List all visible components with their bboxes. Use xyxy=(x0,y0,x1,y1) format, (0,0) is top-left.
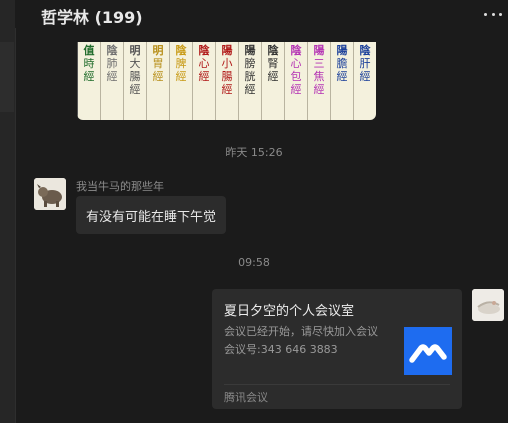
meridian-top-char: 陽 xyxy=(244,44,256,57)
message-bubble[interactable]: 有没有可能在睡下午觉 xyxy=(76,196,227,234)
meridian-column: 陰腎經 xyxy=(261,42,284,120)
meridian-column: 陽三焦經 xyxy=(307,42,330,120)
meridian-char: 經 xyxy=(359,70,371,83)
meridian-char: 經 xyxy=(267,70,279,83)
meridian-char: 膽 xyxy=(336,57,348,70)
meridian-char: 經 xyxy=(221,83,233,96)
meridian-top-char: 陽 xyxy=(313,44,325,57)
meridian-char: 胃 xyxy=(152,57,164,70)
meridian-char: 經 xyxy=(313,83,325,96)
meridian-char: 經 xyxy=(336,70,348,83)
meridian-char: 腎 xyxy=(267,57,279,70)
meridian-char: 三 xyxy=(313,57,325,70)
meridian-char: 脾 xyxy=(175,57,187,70)
meridian-char: 經 xyxy=(152,70,164,83)
meridian-top-char: 值 xyxy=(83,44,95,57)
meridian-column: 陰心經 xyxy=(192,42,215,120)
card-title: 夏日夕空的个人会议室 xyxy=(224,304,355,319)
sidebar-selected-indicator xyxy=(0,42,14,112)
meridian-char: 心 xyxy=(290,57,302,70)
meridian-char: 心 xyxy=(198,57,210,70)
meridian-column: 值時經 xyxy=(77,42,100,120)
meridian-char: 經 xyxy=(244,83,256,96)
meridian-top-char: 陰 xyxy=(106,44,118,57)
meridian-char: 經 xyxy=(106,70,118,83)
meridian-top-char: 陰 xyxy=(267,44,279,57)
sidebar-edge xyxy=(0,0,16,423)
meridian-image[interactable]: 值時經陰肺經明大腸經明胃經陰脾經陰心經陽小腸經陽膀胱經陰腎經陰心包經陽三焦經陽膽… xyxy=(77,42,376,120)
timestamp: 09:58 xyxy=(238,256,270,269)
meridian-char: 胱 xyxy=(244,70,256,83)
meridian-char: 肺 xyxy=(106,57,118,70)
avatar[interactable] xyxy=(34,178,66,210)
card-divider xyxy=(224,384,450,385)
meridian-char: 時 xyxy=(83,57,95,70)
meridian-column: 明胃經 xyxy=(146,42,169,120)
meridian-char: 焦 xyxy=(313,70,325,83)
meridian-char: 經 xyxy=(129,83,141,96)
meridian-top-char: 陰 xyxy=(198,44,210,57)
meridian-char: 包 xyxy=(290,70,302,83)
timestamp: 昨天 15:26 xyxy=(225,146,283,159)
sender-name: 我当牛马的那些年 xyxy=(76,180,164,193)
avatar[interactable] xyxy=(472,289,504,321)
meridian-column: 陰肺經 xyxy=(100,42,123,120)
meridian-column: 陽膽經 xyxy=(330,42,353,120)
meridian-char: 腸 xyxy=(221,70,233,83)
meridian-column: 陰心包經 xyxy=(284,42,307,120)
meridian-char: 經 xyxy=(83,70,95,83)
meridian-top-char: 陰 xyxy=(290,44,302,57)
meridian-char: 經 xyxy=(290,83,302,96)
meridian-top-char: 陰 xyxy=(359,44,371,57)
meridian-column: 陽小腸經 xyxy=(215,42,238,120)
card-description: 会议已经开始，请尽快加入会议 会议号:343 646 3883 xyxy=(224,323,404,359)
meeting-link-card[interactable]: 夏日夕空的个人会议室 会议已经开始，请尽快加入会议 会议号:343 646 38… xyxy=(212,289,462,409)
card-desc-line: 会议已经开始，请尽快加入会议 xyxy=(224,325,378,338)
meridian-char: 小 xyxy=(221,57,233,70)
more-icon[interactable] xyxy=(484,6,502,22)
meridian-top-char: 明 xyxy=(152,44,164,57)
meridian-column: 明大腸經 xyxy=(123,42,146,120)
chat-header: 哲学林 (199) xyxy=(15,0,508,28)
meridian-char: 經 xyxy=(198,70,210,83)
tencent-meeting-logo-icon xyxy=(404,327,452,375)
meridian-char: 膀 xyxy=(244,57,256,70)
meridian-top-char: 陰 xyxy=(175,44,187,57)
meridian-char: 大 xyxy=(129,57,141,70)
meridian-column: 陽膀胱經 xyxy=(238,42,261,120)
meridian-top-char: 明 xyxy=(129,44,141,57)
meridian-column: 陰肝經 xyxy=(353,42,376,120)
meridian-char: 腸 xyxy=(129,70,141,83)
meridian-top-char: 陽 xyxy=(221,44,233,57)
meridian-char: 經 xyxy=(175,70,187,83)
meridian-column: 陰脾經 xyxy=(169,42,192,120)
chat-title: 哲学林 (199) xyxy=(41,8,143,27)
card-source: 腾讯会议 xyxy=(224,391,268,404)
meridian-top-char: 陽 xyxy=(336,44,348,57)
card-meeting-id: 会议号:343 646 3883 xyxy=(224,343,338,356)
meridian-char: 肝 xyxy=(359,57,371,70)
